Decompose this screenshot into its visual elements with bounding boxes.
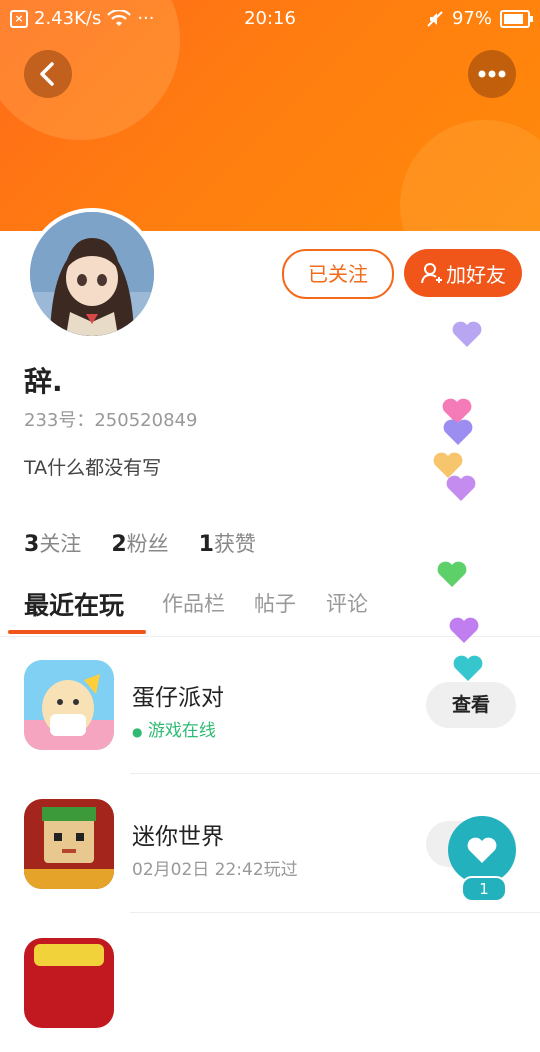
game-title: 迷你世界 [132,824,224,850]
mute-icon [427,10,443,27]
heart-icon [453,655,483,681]
tab-works[interactable]: 作品栏 [162,588,225,618]
view-button[interactable]: 查看 [426,682,516,728]
back-button[interactable] [24,50,72,98]
avatar-image [30,212,154,336]
heart-icon [449,617,479,643]
tab-posts[interactable]: 帖子 [254,588,296,618]
online-dot-icon: ● [132,725,143,739]
heart-icon [437,561,467,587]
like-button[interactable] [448,816,516,884]
user-name: 辞. [24,365,63,398]
stat-fans[interactable]: 2粉丝 [111,528,168,558]
chevron-left-icon [40,62,54,86]
game-status: ● 游戏在线 [132,721,216,741]
stat-likes[interactable]: 1获赞 [199,528,256,558]
divider [130,773,540,774]
tab-comments[interactable]: 评论 [326,588,368,618]
followed-button[interactable]: 已关注 [282,249,394,299]
game-icon-eggy-party [24,660,114,750]
like-count-badge: 1 [461,876,507,902]
heart-icon [452,321,482,347]
avatar[interactable] [26,208,158,340]
heart-icon [467,837,497,863]
active-tab-indicator [8,630,146,634]
game-icon-mini-world [24,799,114,889]
header-decoration [400,120,540,231]
add-friend-label: 加好友 [446,262,506,287]
game-icon [24,938,114,1028]
heart-icon [446,475,476,501]
user-id-label: 233号： [24,410,95,431]
user-bio: TA什么都没有写 [24,457,162,479]
battery-percent: 97% [451,8,492,29]
user-id: 233号：250520849 [24,406,197,432]
battery-icon [500,9,533,28]
add-user-icon [421,263,442,284]
list-item[interactable] [0,914,540,1052]
user-stats: 3关注 2粉丝 1获赞 [24,528,256,558]
more-button[interactable] [468,50,516,98]
divider [130,912,540,913]
add-friend-button[interactable]: 加好友 [404,249,522,297]
stat-following[interactable]: 3关注 [24,528,81,558]
heart-icon [443,419,473,445]
more-dots-icon [478,70,506,78]
game-title: 蛋仔派对 [132,685,224,711]
game-last-played: 02月02日 22:42玩过 [132,860,298,880]
tab-recently-played[interactable]: 最近在玩 [24,586,124,622]
user-id-value: 250520849 [94,410,198,431]
status-bar: × 2.43K/s ··· 20:16 97% [0,0,540,38]
profile-header: × 2.43K/s ··· 20:16 97% [0,0,540,231]
